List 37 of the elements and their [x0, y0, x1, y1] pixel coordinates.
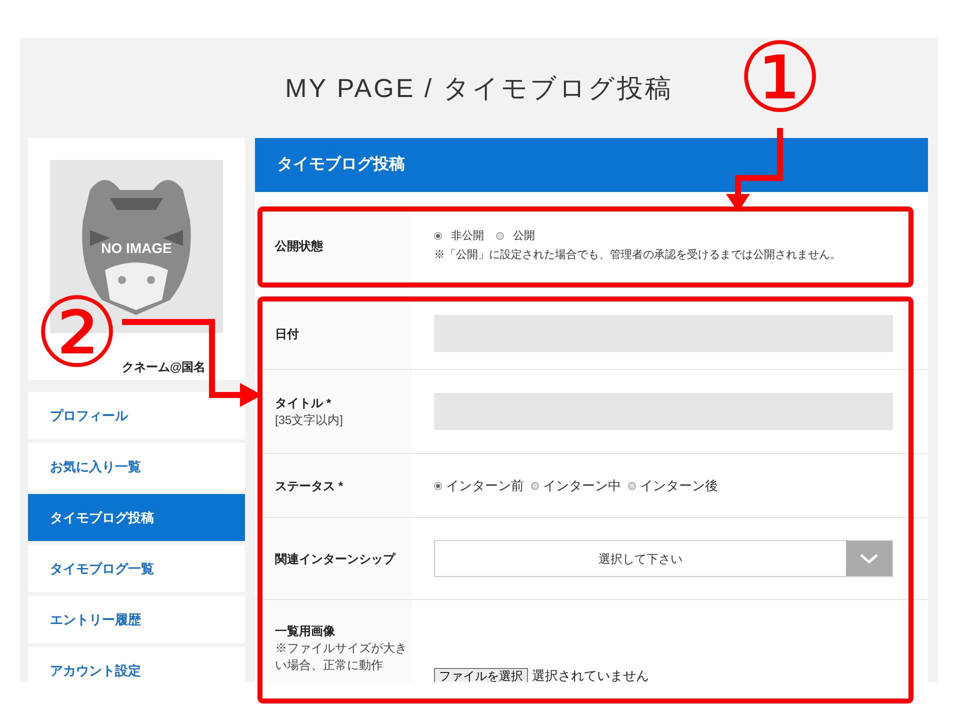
sidebar-item[interactable]: プロフィール — [28, 392, 245, 439]
field-label: 公開状態 — [275, 238, 324, 254]
field-label: 日付 — [275, 326, 300, 342]
field-note: ※「公開」に設定された場合でも、管理者の承認を受けるまでは公開されません。 — [434, 248, 842, 262]
option-label: インターン前 — [446, 476, 524, 495]
field-label: 関連インターンシップ — [275, 550, 396, 568]
field-note: ※ファイルサイズが大きい場合、正常に動作 — [275, 640, 408, 674]
option-label: 非公開 — [451, 229, 484, 244]
page-title: MY PAGE / タイモブログ投稿 — [285, 72, 673, 104]
file-button[interactable]: ファイルを選択 — [434, 668, 528, 682]
sidebar-item[interactable]: タイモブログ投稿 — [28, 494, 245, 541]
file-status: 選択されていません — [532, 667, 649, 682]
select-field[interactable]: 選択して下さい — [434, 540, 893, 577]
option-label: インターン中 — [543, 476, 621, 495]
sidebar-item[interactable]: アカウント設定 — [28, 647, 245, 682]
radio-button[interactable] — [531, 482, 539, 490]
field-label: タイトル * — [275, 395, 332, 412]
field-label: ステータス * — [275, 478, 344, 494]
option-label: 公開 — [513, 229, 535, 244]
radio-button[interactable] — [628, 482, 636, 490]
option-label: インターン後 — [640, 476, 718, 495]
annotation-number: ② — [34, 285, 120, 381]
user-name: クネーム@国名 — [122, 360, 206, 374]
field-label: 一覧用画像 — [275, 623, 336, 640]
radio-button[interactable] — [434, 232, 442, 240]
sidebar-item[interactable]: お気に入り一覧 — [28, 443, 245, 490]
input-field[interactable] — [434, 393, 893, 430]
annotation-number: ① — [737, 30, 824, 126]
sidebar-item[interactable]: エントリー履歴 — [28, 596, 245, 643]
radio-button[interactable] — [434, 482, 442, 490]
sidebar-item[interactable]: タイモブログ一覧 — [28, 545, 245, 592]
form-heading: タイモブログ投稿 — [255, 138, 928, 192]
field-note: [35文字以内] — [275, 412, 344, 429]
input-field[interactable] — [434, 315, 893, 352]
no-image-label: NO IMAGE — [100, 239, 173, 258]
radio-button[interactable] — [496, 232, 504, 240]
chevron-down-icon — [860, 554, 878, 564]
